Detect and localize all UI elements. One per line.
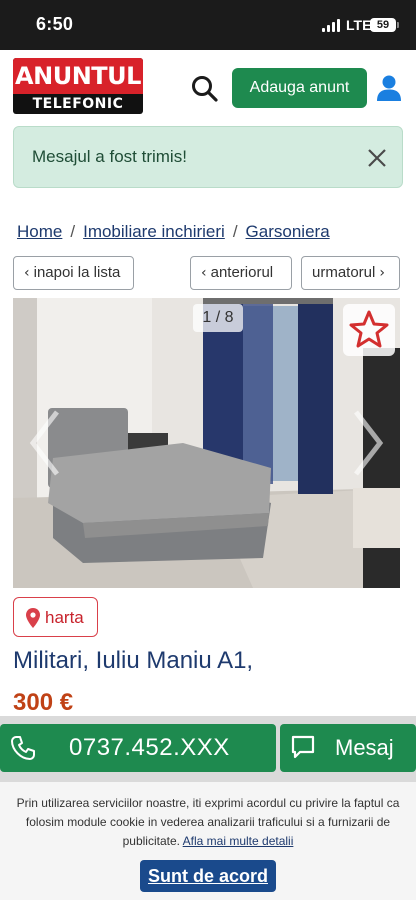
battery-tip	[397, 22, 399, 28]
listing-photo[interactable]: 1 / 8	[13, 298, 400, 588]
chevron-left-icon: ‹	[24, 265, 30, 281]
previous-listing-button[interactable]: ‹ anteriorul	[190, 256, 292, 290]
breadcrumb: Home / Imobiliare inchirieri / Garsoniera	[17, 222, 330, 242]
back-label: inapoi la lista	[33, 264, 121, 281]
close-icon[interactable]	[366, 147, 388, 169]
site-header: ANUNTUL TELEFONIC Adauga anunt	[0, 50, 416, 126]
breadcrumb-home[interactable]: Home	[17, 222, 62, 241]
message-label: Mesaj	[335, 735, 394, 760]
next-label: urmatorul	[312, 264, 376, 281]
message-button[interactable]: Mesaj	[280, 724, 416, 772]
logo-top-text: ANUNTUL	[13, 58, 143, 94]
map-pin-icon	[26, 608, 40, 628]
search-icon[interactable]	[190, 74, 220, 104]
photo-counter: 1 / 8	[193, 304, 243, 332]
listing-price: 300 €	[13, 689, 74, 716]
success-alert: Mesajul a fost trimis!	[13, 126, 403, 188]
map-button[interactable]: harta	[13, 597, 98, 637]
add-listing-button[interactable]: Adauga anunt	[232, 68, 367, 108]
listing-title: Militari, Iuliu Maniu A1,	[13, 647, 254, 674]
bedroom-photo	[13, 298, 400, 588]
cookie-accept-button[interactable]: Sunt de acord	[140, 860, 276, 892]
call-button[interactable]: 0737.452.XXX	[0, 724, 276, 772]
cookie-text-block: Prin utilizarea serviciilor noastre, iti…	[14, 794, 402, 851]
breadcrumb-separator: /	[70, 222, 76, 241]
alert-message: Mesajul a fost trimis!	[32, 147, 187, 166]
next-listing-button[interactable]: urmatorul ›	[301, 256, 400, 290]
status-time: 6:50	[36, 14, 74, 34]
phone-number: 0737.452.XXX	[69, 734, 230, 761]
chat-icon	[290, 734, 316, 760]
map-label: harta	[45, 608, 84, 627]
logo-bottom-text: TELEFONIC	[32, 96, 124, 112]
prev-label: anteriorul	[210, 264, 274, 281]
chevron-right-icon: ›	[379, 265, 385, 281]
gallery-next-arrow-icon[interactable]	[350, 408, 386, 478]
star-icon[interactable]	[343, 304, 395, 356]
cookie-banner: Prin utilizarea serviciilor noastre, iti…	[0, 782, 416, 900]
status-bar: 6:50 LTE 59	[0, 0, 416, 50]
site-logo[interactable]: ANUNTUL TELEFONIC	[13, 58, 143, 114]
user-icon[interactable]	[376, 74, 402, 102]
breadcrumb-rentals[interactable]: Imobiliare inchirieri	[83, 222, 225, 241]
cookie-details-link[interactable]: Afla mai multe detalii	[183, 834, 294, 848]
back-to-list-button[interactable]: ‹ inapoi la lista	[13, 256, 134, 290]
phone-icon	[10, 735, 36, 761]
battery-icon: 59	[370, 18, 396, 32]
breadcrumb-separator: /	[232, 222, 238, 241]
signal-icon	[322, 19, 342, 32]
breadcrumb-studio[interactable]: Garsoniera	[246, 222, 330, 241]
chevron-left-icon: ‹	[201, 265, 207, 281]
network-type: LTE	[346, 17, 372, 33]
gallery-prev-arrow-icon[interactable]	[27, 408, 63, 478]
